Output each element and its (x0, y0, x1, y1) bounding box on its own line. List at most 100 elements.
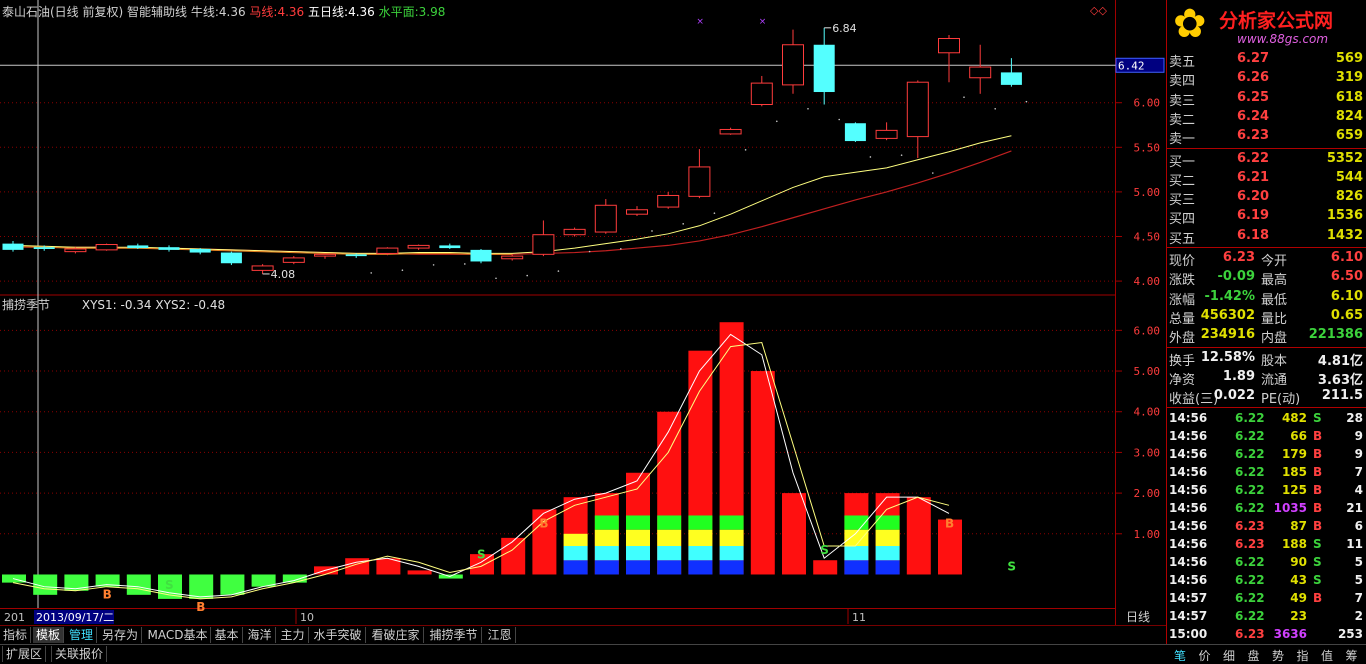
tick-side: B (1313, 465, 1323, 480)
quote-volume: 569 (1335, 51, 1363, 66)
bottom-tab[interactable]: 扩展区 (2, 646, 47, 662)
stat-value-2: 6.50 (1330, 269, 1363, 285)
candle-dot (994, 108, 996, 110)
stats-separator (1167, 346, 1366, 348)
candle-body-up (969, 66, 992, 79)
candle-dot (557, 270, 560, 272)
tab-2[interactable]: 模板 (33, 627, 65, 643)
chart-area[interactable]: 6.00 5.50 5.00 4.50 4.00 6.00 5.00 4.00 3.00 2.00… (0, 0, 1165, 625)
quote-label: 卖一 (1169, 132, 1196, 148)
wuri-value: 4.36 (348, 5, 375, 19)
chart-diamond-icons[interactable]: ◇◇ (1090, 4, 1107, 17)
tick-volume: 188 (1281, 537, 1307, 552)
tab-9[interactable]: 水手突破 (311, 627, 366, 643)
right-bottom-tab[interactable]: 价 (1199, 647, 1211, 664)
indicator-layer (875, 529, 900, 546)
signal-s: S (477, 547, 486, 561)
stat-label: 换手 (1169, 353, 1196, 369)
tab-3[interactable]: 管理 (66, 627, 98, 643)
quote-panel: ✿ 分析家公式网 www.88gs.com 卖五 6.27 569 卖四 6.26 319 卖三 6… (1166, 0, 1366, 663)
indicator-bar-positive (813, 560, 838, 575)
tab-8[interactable]: 主力 (278, 627, 309, 643)
tab-7[interactable]: 海洋 (245, 627, 276, 643)
quote-volume: 319 (1335, 70, 1363, 86)
stat-label-2: 最低 (1261, 292, 1288, 308)
candle-body-up (719, 128, 742, 135)
tab-12[interactable]: 江恩 (485, 627, 516, 643)
candle-body-down (345, 254, 367, 257)
right-bottom-tab[interactable]: 筹 (1346, 647, 1358, 664)
buy-row: 买五 6.18 1432 (1167, 227, 1366, 247)
niu-value: 4.36 (218, 5, 246, 19)
candle-dot (1025, 100, 1028, 103)
tick-side: B (1313, 483, 1323, 498)
tab-4[interactable]: 另存为 (99, 627, 143, 643)
stat-value-2: 4.81亿 (1317, 353, 1363, 369)
indicator-layer (688, 560, 713, 575)
tick-row: 14:56 6.22 90 S 5 (1167, 554, 1366, 572)
quote-label: 卖三 (1169, 93, 1196, 109)
quote-volume: 618 (1335, 89, 1363, 105)
tab-1[interactable]: 指标 (0, 627, 32, 643)
tick-row: 14:56 6.22 66 B 9 (1167, 428, 1366, 446)
candle-body-down (844, 123, 866, 142)
right-bottom-tab[interactable]: 值 (1321, 647, 1333, 664)
quote-volume: 1536 (1326, 208, 1363, 224)
candle-body-up (688, 166, 711, 197)
right-bottom-tab[interactable]: 笔 (1174, 647, 1186, 664)
right-bottom-tab[interactable]: 势 (1272, 647, 1284, 664)
tick-row: 15:00 6.23 3636 253 (1167, 626, 1366, 644)
candle-dot (932, 172, 934, 174)
tab-10[interactable]: 看破庄家 (369, 627, 424, 643)
indicator-bar-negative (189, 574, 214, 599)
tick-count: 9 (1354, 429, 1363, 444)
indicator-layer (626, 560, 650, 575)
indicator-layer (719, 515, 744, 530)
tick-row: 14:56 6.22 482 S 28 (1167, 410, 1366, 428)
tick-time: 15:00 (1169, 627, 1208, 642)
stat-value: 0.022 (1213, 388, 1255, 404)
indicator-layer (875, 560, 900, 575)
stat-label: 净资 (1169, 372, 1196, 388)
quote-label: 买一 (1169, 154, 1196, 170)
indicator-layer (657, 546, 682, 561)
candle-body-up (938, 38, 960, 54)
ticks-separator (1167, 407, 1366, 409)
bottom-tab[interactable]: 关联报价 (51, 646, 108, 662)
tick-volume: 66 (1290, 429, 1307, 444)
indicator-layer (594, 560, 619, 575)
candle-dot (464, 263, 466, 265)
right-bottom-tab[interactable]: 细 (1223, 647, 1235, 664)
quote-price: 6.18 (1237, 227, 1270, 243)
tick-row: 14:56 6.23 87 B 6 (1167, 518, 1366, 536)
tick-row: 14:56 6.22 125 B 4 (1167, 482, 1366, 500)
candle-body-up (314, 253, 336, 257)
tab-6[interactable]: 基本 (212, 627, 243, 643)
stat-label-2: 股本 (1261, 353, 1288, 369)
stat-value: -0.09 (1217, 269, 1255, 285)
tick-count: 5 (1354, 555, 1363, 570)
tab-5[interactable]: MACD基本 (145, 627, 212, 643)
tick-time: 14:56 (1169, 555, 1208, 570)
indicator-bar-positive (750, 371, 775, 575)
quote-stat2-row: 净资 1.89 流通 3.63亿 (1167, 368, 1366, 388)
tick-price: 6.22 (1235, 429, 1265, 444)
indicator-bar-negative (282, 574, 307, 583)
candle-body-up (282, 257, 305, 263)
tick-row: 14:56 6.22 185 B 7 (1167, 464, 1366, 482)
tick-price: 6.22 (1235, 411, 1265, 426)
stat-label: 总量 (1169, 311, 1196, 327)
chart-header: 泰山石油(日线 前复权) 智能辅助线 牛线:4.36 马线:4.36 五日线:4… (2, 3, 445, 20)
quote-stat2-row: 换手 12.58% 股本 4.81亿 (1167, 349, 1366, 369)
indicator-layer (688, 515, 713, 530)
tick-time: 14:56 (1169, 501, 1208, 516)
tick-volume: 23 (1290, 609, 1307, 624)
candle-body-down (813, 44, 835, 93)
stat-label: 涨幅 (1169, 292, 1196, 308)
right-bottom-tab[interactable]: 指 (1297, 647, 1309, 664)
quote-price: 6.19 (1237, 208, 1270, 224)
right-bottom-tab[interactable]: 盘 (1248, 647, 1260, 664)
buy-row: 买一 6.22 5352 (1167, 150, 1366, 170)
tab-11[interactable]: 捕捞季节 (427, 627, 482, 643)
tick-time: 14:56 (1169, 429, 1208, 444)
